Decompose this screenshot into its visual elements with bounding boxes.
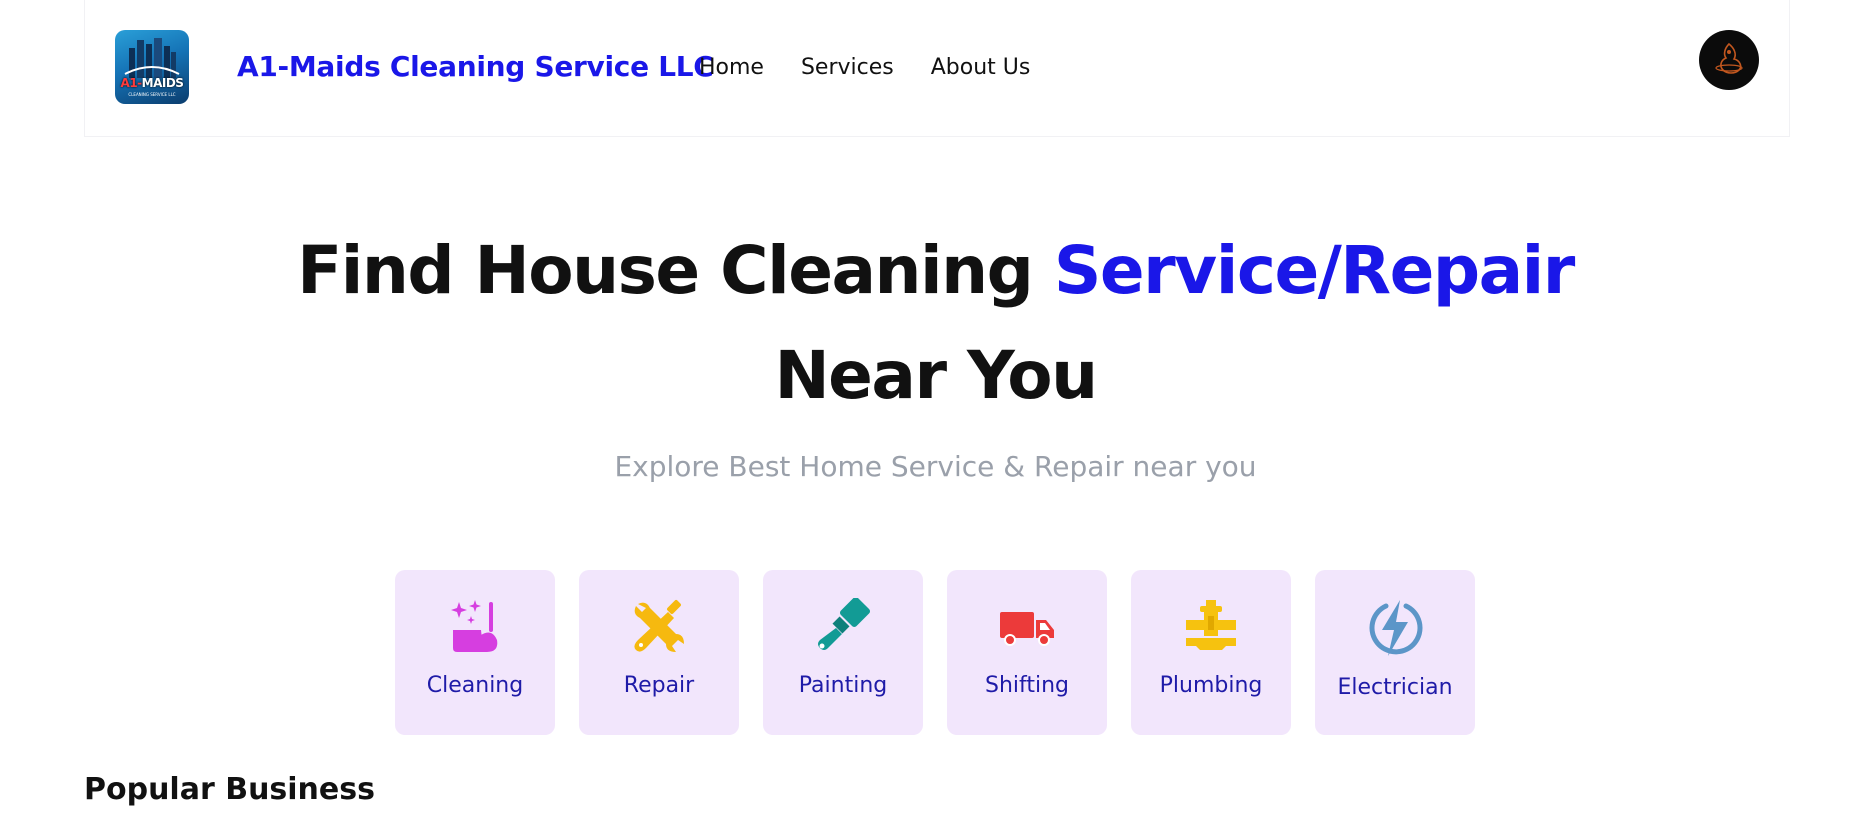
logo-wordmark: A1-MAIDS: [120, 76, 184, 90]
category-electrician[interactable]: Electrician: [1315, 570, 1475, 735]
popular-business-heading: Popular Business: [84, 772, 375, 807]
category-label: Repair: [623, 673, 695, 698]
category-label: Plumbing: [1159, 673, 1263, 698]
main-nav: Home Services About Us: [699, 55, 1030, 80]
avatar-emblem-icon: [1715, 42, 1743, 74]
category-plumbing[interactable]: Plumbing: [1131, 570, 1291, 735]
hero-title-text: Find House Cleaning: [297, 232, 1054, 309]
nav-about-us[interactable]: About Us: [931, 55, 1031, 80]
pipe-wrench-icon: [1186, 600, 1236, 650]
user-avatar[interactable]: [1699, 30, 1759, 90]
category-label: Cleaning: [426, 673, 524, 698]
site-header: A1-MAIDS CLEANING SERVICE LLC A1-Maids C…: [84, 0, 1790, 137]
brand-name[interactable]: A1-Maids Cleaning Service LLC: [237, 50, 714, 83]
company-logo[interactable]: A1-MAIDS CLEANING SERVICE LLC: [115, 30, 189, 104]
nav-home[interactable]: Home: [699, 55, 764, 80]
nav-services[interactable]: Services: [801, 55, 894, 80]
category-label: Electrician: [1337, 675, 1453, 700]
paintbrush-icon: [818, 598, 871, 650]
truck-icon: [1000, 612, 1054, 646]
hero-title-accent: Service/Repair: [1053, 232, 1576, 309]
category-repair[interactable]: Repair: [579, 570, 739, 735]
hero-title-line2: Near You: [774, 337, 1098, 414]
hero-subtitle: Explore Best Home Service & Repair near …: [614, 450, 1257, 483]
category-list: Cleaning Repair Painting Shifting Plumbi…: [395, 570, 1475, 735]
tools-icon: [634, 600, 684, 652]
hero-title-line1: Find House Cleaning Service/Repair: [0, 232, 1871, 309]
category-cleaning[interactable]: Cleaning: [395, 570, 555, 735]
category-label: Shifting: [984, 673, 1070, 698]
logo-subtext: CLEANING SERVICE LLC: [128, 92, 176, 97]
cleaning-icon: [451, 600, 498, 652]
category-label: Painting: [798, 673, 888, 698]
category-painting[interactable]: Painting: [763, 570, 923, 735]
category-shifting[interactable]: Shifting: [947, 570, 1107, 735]
lightning-icon: [1369, 600, 1423, 656]
